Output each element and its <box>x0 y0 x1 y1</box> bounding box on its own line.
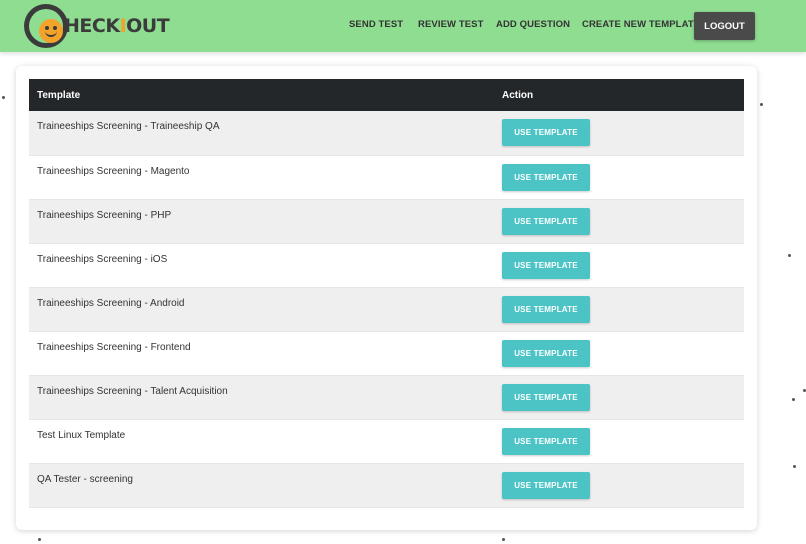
use-template-button[interactable]: USE TEMPLATE <box>502 295 590 323</box>
table-row: Traineeships Screening - Magento USE TEM… <box>29 155 744 199</box>
table-row: QA Tester - screening USE TEMPLATE <box>29 463 744 507</box>
logo-text: HECKIOUT <box>64 15 170 37</box>
top-navbar: HECKIOUT SEND TEST REVIEW TEST ADD QUEST… <box>0 0 806 52</box>
background-speck <box>38 538 41 541</box>
use-template-button[interactable]: USE TEMPLATE <box>502 207 590 235</box>
table-row: Traineeships Screening - PHP USE TEMPLAT… <box>29 199 744 243</box>
template-name: Traineeships Screening - Frontend <box>37 341 191 353</box>
table-row: Traineeships Screening - Traineeship QA … <box>29 111 744 155</box>
checkout-smiley-logo-icon <box>24 4 68 48</box>
template-name: Traineeships Screening - Android <box>37 297 185 309</box>
templates-card: Template Action Traineeships Screening -… <box>16 66 757 530</box>
table-row: Traineeships Screening - Talent Acquisit… <box>29 375 744 419</box>
template-name: QA Tester - screening <box>37 473 133 485</box>
table-row: Test Linux Template USE TEMPLATE <box>29 419 744 463</box>
table-row: Traineeships Screening - Frontend USE TE… <box>29 331 744 375</box>
use-template-button[interactable]: USE TEMPLATE <box>502 339 590 367</box>
template-name: Traineeships Screening - PHP <box>37 209 172 221</box>
column-header-action: Action <box>502 89 534 101</box>
background-speck <box>502 538 505 541</box>
background-speck <box>760 103 763 106</box>
logout-button[interactable]: LOGOUT <box>694 12 755 40</box>
template-name: Traineeships Screening - Magento <box>37 165 190 177</box>
templates-table: Template Action Traineeships Screening -… <box>29 79 744 508</box>
use-template-button[interactable]: USE TEMPLATE <box>502 119 590 146</box>
background-speck <box>788 254 791 257</box>
background-speck <box>2 96 5 99</box>
use-template-button[interactable]: USE TEMPLATE <box>502 251 590 279</box>
checkout-logo[interactable]: HECKIOUT <box>24 4 170 48</box>
background-speck <box>793 465 796 468</box>
template-name: Traineeships Screening - Talent Acquisit… <box>37 385 228 397</box>
table-header-row: Template Action <box>29 79 744 111</box>
template-name: Traineeships Screening - iOS <box>37 253 168 265</box>
background-speck <box>792 398 795 401</box>
column-header-template: Template <box>37 89 81 101</box>
table-row: Traineeships Screening - Android USE TEM… <box>29 287 744 331</box>
table-row: Traineeships Screening - iOS USE TEMPLAT… <box>29 243 744 287</box>
nav-send-test[interactable]: SEND TEST <box>349 19 403 30</box>
nav-review-test[interactable]: REVIEW TEST <box>418 19 484 30</box>
use-template-button[interactable]: USE TEMPLATE <box>502 383 590 411</box>
nav-add-question[interactable]: ADD QUESTION <box>496 19 570 30</box>
nav-create-new-template[interactable]: CREATE NEW TEMPLATE <box>582 19 700 30</box>
template-name: Test Linux Template <box>37 429 126 441</box>
template-name: Traineeships Screening - Traineeship QA <box>37 121 220 132</box>
use-template-button[interactable]: USE TEMPLATE <box>502 471 590 499</box>
use-template-button[interactable]: USE TEMPLATE <box>502 163 590 191</box>
use-template-button[interactable]: USE TEMPLATE <box>502 427 590 455</box>
